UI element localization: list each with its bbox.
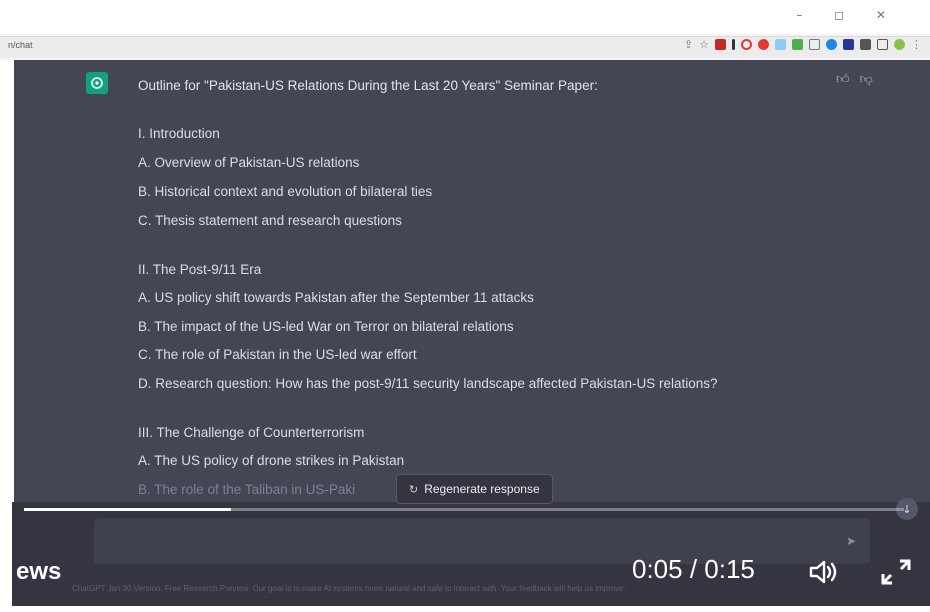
outline-line: B. The impact of the US-led War on Terro…: [138, 319, 514, 334]
browser-menu-icon[interactable]: ⋮: [911, 39, 922, 50]
outline-line: B. The role of the Taliban in US-Paki: [138, 482, 356, 497]
extension-block-icon[interactable]: [758, 39, 769, 50]
extension-puzzle-icon[interactable]: [860, 39, 871, 50]
outline-line: I. Introduction: [138, 126, 220, 141]
speaker-icon: [809, 560, 837, 584]
browser-toolbar: – ◻ ✕ n/chat ⇪ ☆ ⋮: [0, 0, 930, 62]
outline-line: A. Overview of Pakistan-US relations: [138, 155, 360, 170]
video-progress-fill: [24, 508, 231, 511]
extension-panel-icon[interactable]: [877, 39, 888, 50]
volume-button[interactable]: [806, 556, 842, 588]
extension-red-icon[interactable]: [715, 39, 726, 50]
outline-line: II. The Post-9/11 Era: [138, 262, 262, 277]
browser-tab-strip: [0, 0, 930, 34]
profile-avatar-icon[interactable]: [894, 39, 905, 50]
regenerate-response-button[interactable]: ↻ Regenerate response: [396, 474, 553, 504]
extension-opera-icon[interactable]: [741, 39, 752, 50]
screenshot-frame: – ◻ ✕ n/chat ⇪ ☆ ⋮ 👍︎ 👎︎ Outline for "Pa…: [0, 0, 930, 612]
share-icon[interactable]: ⇪: [684, 39, 693, 50]
outline-line: A. The US policy of drone strikes in Pak…: [138, 453, 405, 468]
outline-line: C. Thesis statement and research questio…: [138, 213, 402, 228]
regenerate-label: Regenerate response: [424, 482, 540, 496]
send-icon[interactable]: ➤: [846, 534, 856, 548]
outline-line: B. Historical context and evolution of b…: [138, 184, 433, 199]
extension-blue-icon[interactable]: [826, 39, 837, 50]
frame-edge-bottom: [0, 606, 930, 612]
thumbs-up-icon[interactable]: 👍︎: [836, 72, 850, 87]
openai-logo-icon: [91, 77, 103, 89]
address-url: n/chat: [8, 40, 33, 50]
extension-icons: ⇪ ☆ ⋮: [684, 39, 922, 50]
footer-disclaimer: ChatGPT Jan 30 Version. Free Research Pr…: [72, 584, 626, 593]
extension-slash-icon[interactable]: [732, 39, 735, 50]
extension-navy-icon[interactable]: [843, 39, 854, 50]
feedback-buttons: 👍︎ 👎︎: [836, 72, 873, 87]
outline-line: C. The role of Pakistan in the US-led wa…: [138, 347, 417, 362]
window-controls[interactable]: – ◻ ✕: [796, 8, 900, 22]
extension-doc-icon[interactable]: [775, 39, 786, 50]
outline-line: A. US policy shift towards Pakistan afte…: [138, 290, 534, 305]
outline-line: D. Research question: How has the post-9…: [138, 376, 718, 391]
response-title: Outline for "Pakistan-US Relations Durin…: [138, 78, 598, 93]
video-progress-bar[interactable]: [24, 508, 904, 511]
thumbs-down-icon[interactable]: 👎︎: [860, 72, 873, 87]
outline-line: III. The Challenge of Counterterrorism: [138, 425, 365, 440]
refresh-icon: ↻: [409, 482, 419, 496]
fullscreen-button[interactable]: [878, 556, 914, 588]
video-time-display: 0:05 / 0:15: [632, 554, 755, 584]
frame-edge-left: [0, 60, 12, 612]
extension-drive-icon[interactable]: [792, 39, 803, 50]
fullscreen-icon: [881, 559, 911, 585]
extension-box-icon[interactable]: [809, 39, 820, 50]
bookmark-star-icon[interactable]: ☆: [699, 39, 709, 50]
assistant-avatar: [86, 72, 108, 94]
video-channel-label: ews: [16, 558, 62, 585]
